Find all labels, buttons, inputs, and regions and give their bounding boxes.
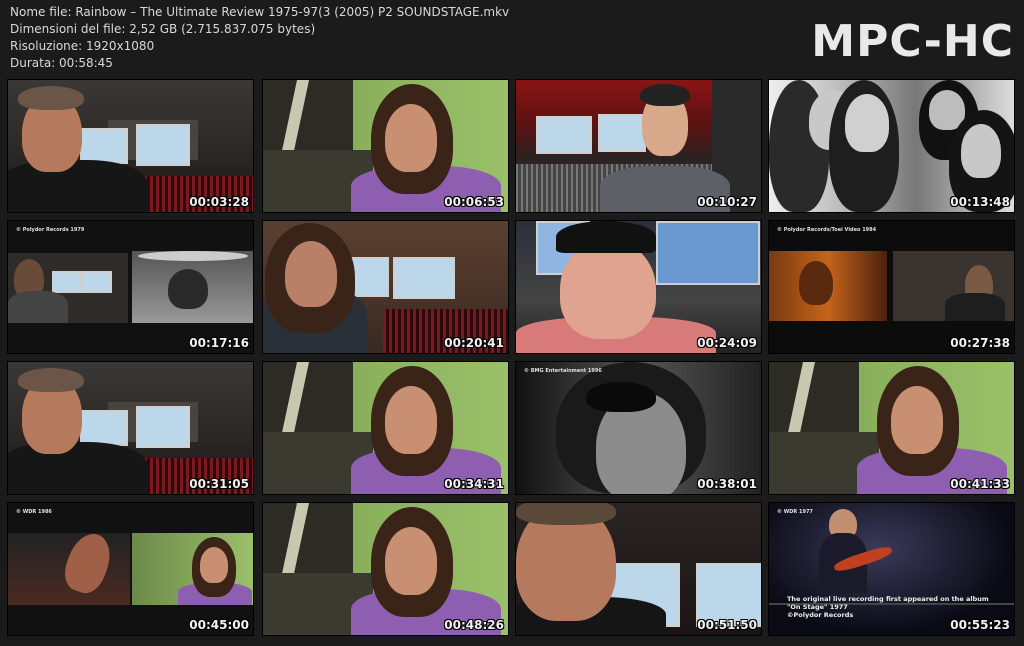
timestamp: 00:17:16 bbox=[189, 336, 249, 350]
stage-subtitle: The original live recording first appear… bbox=[787, 595, 989, 619]
thumbnail-caption: © WDR 1977 bbox=[777, 509, 813, 515]
video-thumbnail: 00:20:41 bbox=[263, 221, 508, 353]
timestamp: 00:55:23 bbox=[950, 618, 1010, 632]
timestamp: 00:31:05 bbox=[189, 477, 249, 491]
timestamp: 00:13:48 bbox=[950, 195, 1010, 209]
video-thumbnail: 00:48:26 bbox=[263, 503, 508, 635]
video-thumbnail: 00:41:33 bbox=[769, 362, 1014, 494]
thumbnail-caption: © Polydor Records/Toei Video 1984 bbox=[777, 227, 877, 233]
timestamp: 00:45:00 bbox=[189, 618, 249, 632]
thumbnail-caption: © WDR 1986 bbox=[16, 509, 52, 515]
video-thumbnail: 00:13:48 bbox=[769, 80, 1014, 212]
timestamp: 00:38:01 bbox=[697, 477, 757, 491]
video-thumbnail: 00:10:27 bbox=[516, 80, 761, 212]
duration: Durata: 00:58:45 bbox=[10, 56, 113, 70]
video-thumbnail: 00:24:09 bbox=[516, 221, 761, 353]
video-thumbnail: 00:34:31 bbox=[263, 362, 508, 494]
video-thumbnail: 00:03:28 bbox=[8, 80, 253, 212]
file-name: Nome file: Rainbow – The Ultimate Review… bbox=[10, 5, 510, 19]
mpc-hc-logo: MPC-HC bbox=[811, 16, 1014, 67]
timestamp: 00:24:09 bbox=[697, 336, 757, 350]
file-size: Dimensioni del file: 2,52 GB (2.715.837.… bbox=[10, 22, 316, 36]
timestamp: 00:41:33 bbox=[950, 477, 1010, 491]
video-thumbnail: © Polydor Records 1979 00:17:16 bbox=[8, 221, 253, 353]
timestamp: 00:10:27 bbox=[697, 195, 757, 209]
timestamp: 00:48:26 bbox=[444, 618, 504, 632]
subtitle-line2: "On Stage" 1977 bbox=[787, 603, 848, 611]
video-thumbnail: © WDR 1977 The original live recording fi… bbox=[769, 503, 1014, 635]
file-info: Nome file: Rainbow – The Ultimate Review… bbox=[10, 4, 509, 72]
video-thumbnail: © BMG Entertainment 1996 00:38:01 bbox=[516, 362, 761, 494]
timestamp: 00:06:53 bbox=[444, 195, 504, 209]
video-thumbnail: 00:31:05 bbox=[8, 362, 253, 494]
timestamp: 00:34:31 bbox=[444, 477, 504, 491]
thumbnail-caption: © Polydor Records 1979 bbox=[16, 227, 85, 233]
video-thumbnail: © Polydor Records/Toei Video 1984 00:27:3… bbox=[769, 221, 1014, 353]
video-thumbnail: © WDR 1986 00:45:00 bbox=[8, 503, 253, 635]
video-thumbnail: 00:06:53 bbox=[263, 80, 508, 212]
timestamp: 00:03:28 bbox=[189, 195, 249, 209]
timestamp: 00:27:38 bbox=[950, 336, 1010, 350]
subtitle-line1: The original live recording first appear… bbox=[787, 595, 989, 603]
timestamp: 00:20:41 bbox=[444, 336, 504, 350]
thumbnail-grid: 00:03:28 00:06:53 00:10:27 00:13:48 © Po… bbox=[8, 80, 1016, 636]
timestamp: 00:51:50 bbox=[697, 618, 757, 632]
resolution: Risoluzione: 1920x1080 bbox=[10, 39, 155, 53]
video-thumbnail: 00:51:50 bbox=[516, 503, 761, 635]
thumbnail-caption: © BMG Entertainment 1996 bbox=[524, 368, 602, 374]
